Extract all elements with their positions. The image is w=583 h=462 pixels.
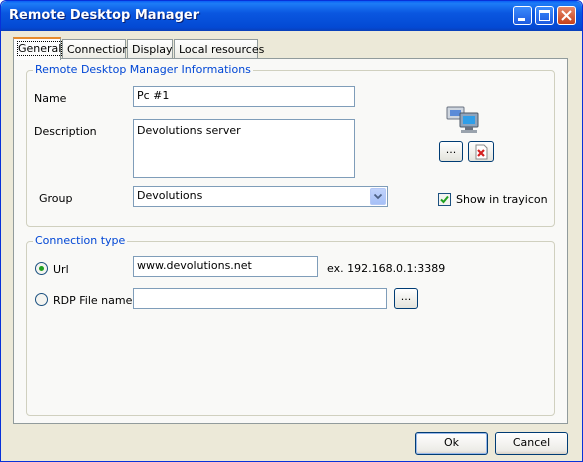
url-input[interactable]: www.devolutions.net: [133, 256, 318, 277]
group-select[interactable]: Devolutions: [133, 186, 388, 207]
rdp-file-browse-button[interactable]: ...: [394, 288, 418, 309]
url-example-text: ex. 192.168.0.1:3389: [327, 262, 446, 275]
cancel-button[interactable]: Cancel: [495, 432, 568, 455]
info-group-title: Remote Desktop Manager Informations: [33, 63, 253, 76]
name-label: Name: [34, 92, 67, 105]
chevron-down-icon: [373, 193, 383, 200]
description-textarea[interactable]: Devolutions server: [133, 119, 355, 178]
show-trayicon-label[interactable]: Show in trayicon: [456, 193, 548, 206]
info-groupbox: Remote Desktop Manager Informations Name…: [26, 63, 555, 227]
minimize-button[interactable]: [513, 6, 532, 25]
dialog-window: Remote Desktop Manager General Connectio…: [0, 0, 583, 462]
tab-general[interactable]: General: [13, 37, 63, 60]
minimize-icon: [518, 18, 525, 21]
tab-local-resources-label: Local resources: [179, 43, 265, 56]
connection-groupbox: Connection type Url www.devolutions.net …: [26, 234, 555, 416]
delete-icon: [475, 144, 488, 160]
rdp-file-radio[interactable]: [35, 293, 48, 306]
ok-button[interactable]: Ok: [415, 432, 488, 455]
group-select-value: Devolutions: [137, 189, 203, 202]
tab-display[interactable]: Display: [127, 39, 173, 59]
rdp-file-input[interactable]: [133, 288, 387, 309]
url-radio[interactable]: [35, 262, 48, 275]
name-input[interactable]: Pc #1: [133, 86, 355, 107]
tab-connection[interactable]: Connection: [62, 39, 130, 59]
tab-panel-general: Remote Desktop Manager Informations Name…: [13, 58, 568, 424]
title-bar[interactable]: Remote Desktop Manager: [1, 1, 582, 31]
checkmark-icon: [440, 195, 449, 204]
tab-local-resources[interactable]: Local resources: [174, 39, 264, 59]
tab-display-label: Display: [132, 43, 173, 56]
maximize-button[interactable]: [535, 6, 554, 25]
connection-group-title: Connection type: [33, 234, 128, 247]
group-label: Group: [39, 192, 73, 205]
url-label[interactable]: Url: [53, 263, 69, 276]
tab-connection-label: Connection: [67, 43, 130, 56]
icon-browse-button[interactable]: ...: [439, 141, 463, 162]
group-dropdown-button[interactable]: [370, 188, 386, 205]
computer-network-icon: [446, 106, 479, 133]
window-title: Remote Desktop Manager: [9, 8, 200, 23]
close-icon: [561, 10, 572, 21]
show-trayicon-checkbox[interactable]: [438, 193, 451, 206]
tab-general-label: General: [16, 41, 63, 56]
description-label: Description: [34, 125, 97, 138]
close-button[interactable]: [557, 6, 576, 25]
icon-remove-button[interactable]: [468, 141, 494, 162]
radio-selected-dot: [39, 266, 44, 271]
maximize-icon: [539, 10, 550, 21]
rdp-file-label[interactable]: RDP File name: [53, 294, 132, 307]
